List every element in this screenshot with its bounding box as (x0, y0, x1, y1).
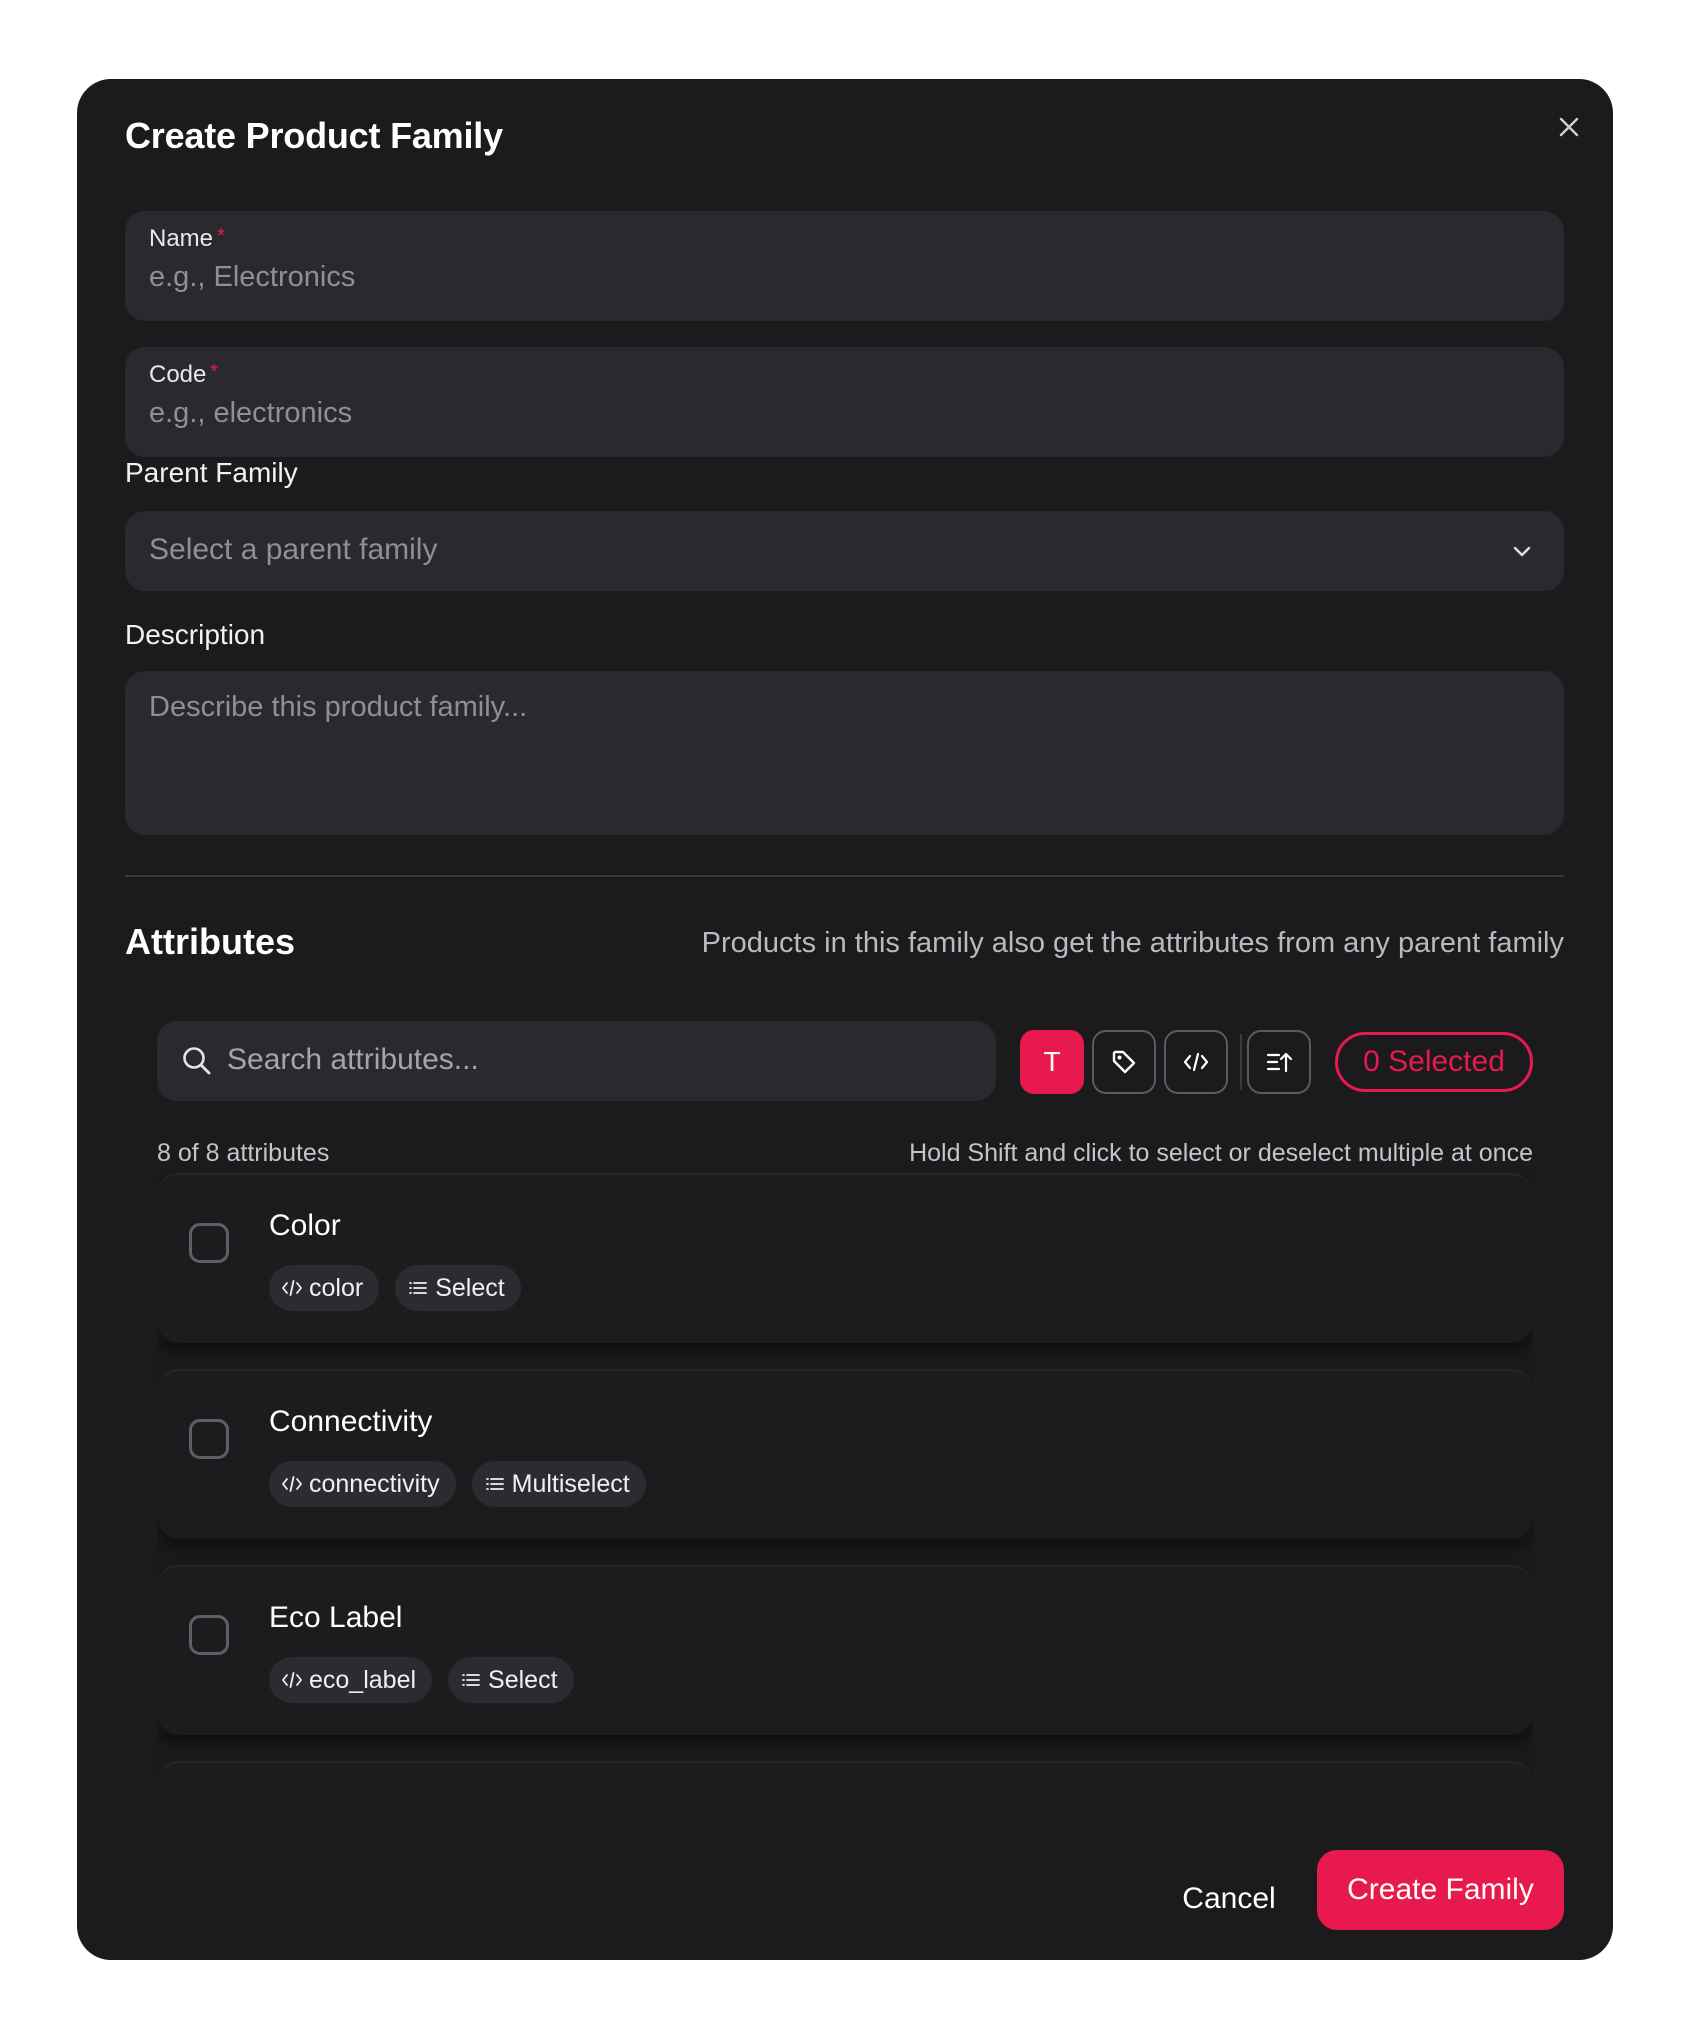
chevron-down-icon (1513, 546, 1531, 557)
tag-filter-button[interactable] (1092, 1030, 1156, 1094)
code-icon (282, 1280, 302, 1296)
selected-count-button[interactable]: 0 Selected (1335, 1032, 1533, 1092)
name-label: Name * (149, 225, 225, 252)
code-field[interactable]: Code * e.g., electronics (125, 347, 1564, 457)
code-icon (282, 1672, 302, 1688)
list-icon (409, 1282, 428, 1294)
type-filter-label: T (1043, 1046, 1061, 1077)
type-filter-button[interactable]: T (1020, 1030, 1084, 1094)
close-button[interactable] (1549, 107, 1589, 147)
description-label: Description (125, 619, 266, 650)
list-icon (485, 1478, 504, 1490)
attribute-type: Multiselect (511, 1469, 630, 1498)
attribute-card-eco-label[interactable]: Eco Label eco_label Select (157, 1565, 1533, 1735)
attribute-code-tag: eco_label (269, 1657, 433, 1703)
code-filter-button[interactable] (1164, 1030, 1228, 1094)
attribute-card-partial[interactable] (157, 1761, 1533, 1777)
code-icon (282, 1476, 302, 1492)
search-placeholder: Search attributes... (227, 1043, 479, 1076)
attribute-type: Select (435, 1273, 505, 1302)
parent-family-label: Parent Family (125, 457, 298, 488)
list-icon (462, 1674, 480, 1686)
attribute-count: 8 of 8 attributes (157, 1139, 330, 1167)
code-icon (1183, 1052, 1209, 1072)
required-marker: * (217, 225, 225, 247)
parent-family-placeholder: Select a parent family (149, 533, 438, 566)
parent-family-select[interactable]: Select a parent family (125, 511, 1564, 591)
create-product-family-dialog: Create Product Family Name * e.g., Electr… (77, 79, 1613, 1960)
dialog-title: Create Product Family (125, 115, 503, 156)
create-family-button[interactable]: Create Family (1317, 1850, 1564, 1930)
attribute-name: Eco Label (269, 1601, 403, 1634)
attribute-type-tag: Select (395, 1265, 521, 1311)
sort-icon (1266, 1052, 1293, 1073)
attributes-note: Products in this family also get the att… (701, 927, 1564, 959)
close-icon (1559, 117, 1579, 137)
attribute-checkbox[interactable] (189, 1615, 229, 1655)
attribute-type: Select (488, 1665, 558, 1694)
attribute-card-connectivity[interactable]: Connectivity connectivity Multiselect (157, 1369, 1533, 1539)
attribute-type-tag: Select (448, 1657, 574, 1703)
attribute-code-tag: color (269, 1265, 380, 1311)
toolbar-separator (1240, 1034, 1242, 1090)
tag-icon (1112, 1050, 1136, 1074)
attribute-type-tag: Multiselect (471, 1461, 646, 1507)
search-icon (183, 1047, 211, 1075)
shift-select-hint: Hold Shift and click to select or desele… (909, 1139, 1533, 1167)
name-placeholder: e.g., Electronics (149, 261, 356, 293)
description-placeholder: Describe this product family... (149, 691, 528, 723)
code-placeholder: e.g., electronics (149, 397, 353, 429)
name-field[interactable]: Name * e.g., Electronics (125, 211, 1564, 321)
attribute-search-input[interactable]: Search attributes... (157, 1021, 996, 1101)
attribute-name: Connectivity (269, 1405, 433, 1438)
attribute-card-color[interactable]: Color color Select (157, 1173, 1533, 1343)
attribute-code: connectivity (309, 1469, 440, 1498)
attribute-code-tag: connectivity (269, 1461, 456, 1507)
attribute-code: eco_label (309, 1665, 417, 1694)
attribute-list[interactable]: Color color Select Connectivity connecti… (157, 1173, 1533, 1777)
required-marker: * (210, 361, 219, 383)
code-label: Code * (149, 361, 219, 388)
attribute-checkbox[interactable] (189, 1223, 229, 1263)
cancel-button[interactable]: Cancel (1162, 1869, 1296, 1929)
description-textarea[interactable]: Describe this product family... (125, 671, 1564, 835)
attribute-code: color (309, 1273, 364, 1302)
sort-button[interactable] (1247, 1030, 1311, 1094)
section-divider (125, 875, 1564, 877)
attribute-checkbox[interactable] (189, 1419, 229, 1459)
attributes-heading: Attributes (125, 921, 295, 962)
attribute-name: Color (269, 1209, 341, 1242)
